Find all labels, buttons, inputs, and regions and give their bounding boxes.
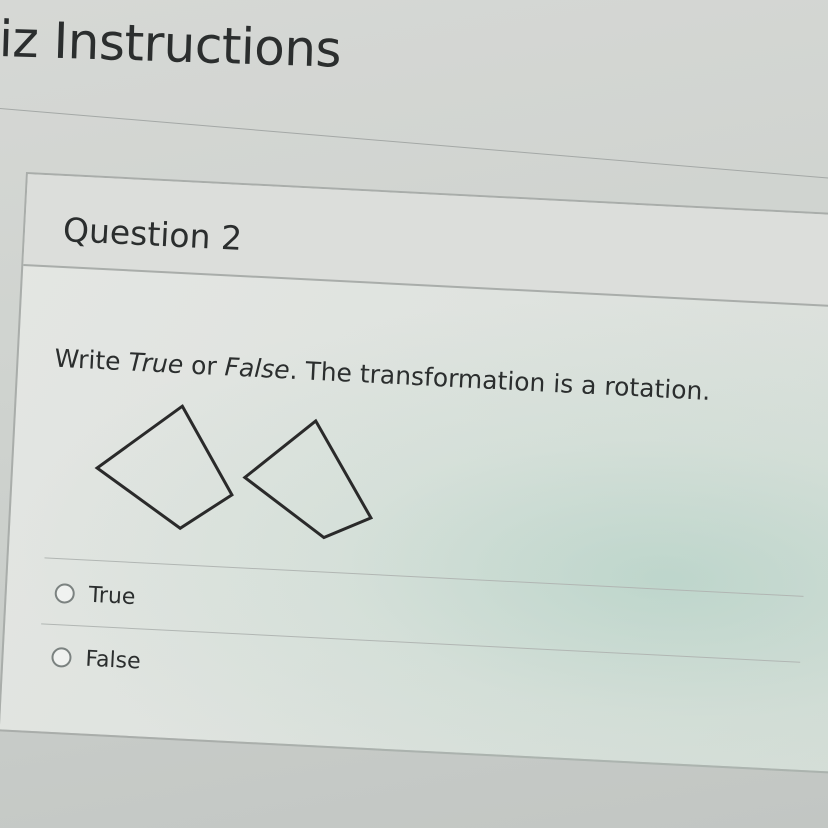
radio-true[interactable]: [54, 583, 76, 604]
prompt-true-word: True: [127, 347, 184, 380]
question-number: Question 2: [62, 209, 243, 258]
answers-middle-divider: [41, 623, 801, 663]
prompt-false-word: False: [223, 352, 291, 385]
title-divider: [0, 108, 828, 185]
prompt-suffix: . The transformation is a rotation.: [288, 355, 712, 406]
prompt-middle: or: [182, 350, 226, 382]
answer-option-false[interactable]: False: [50, 640, 142, 678]
quiz-screen: iz Instructions Question 2 Write True or…: [0, 0, 828, 828]
image-quadrilateral: [242, 418, 374, 540]
original-quadrilateral: [94, 404, 234, 531]
answer-label-false: False: [84, 646, 142, 674]
question-body: Write True or False. The transformation …: [0, 265, 828, 776]
question-card: Question 2 Write True or False. The tran…: [0, 172, 828, 776]
page-title: iz Instructions: [0, 10, 343, 79]
answer-option-true[interactable]: True: [54, 576, 136, 614]
radio-false[interactable]: [50, 646, 72, 668]
question-prompt: Write True or False. The transformation …: [54, 344, 711, 406]
answer-label-true: True: [88, 582, 137, 610]
prompt-prefix: Write: [53, 343, 130, 377]
answers-top-divider: [44, 557, 804, 597]
transformation-figure: [94, 404, 374, 540]
